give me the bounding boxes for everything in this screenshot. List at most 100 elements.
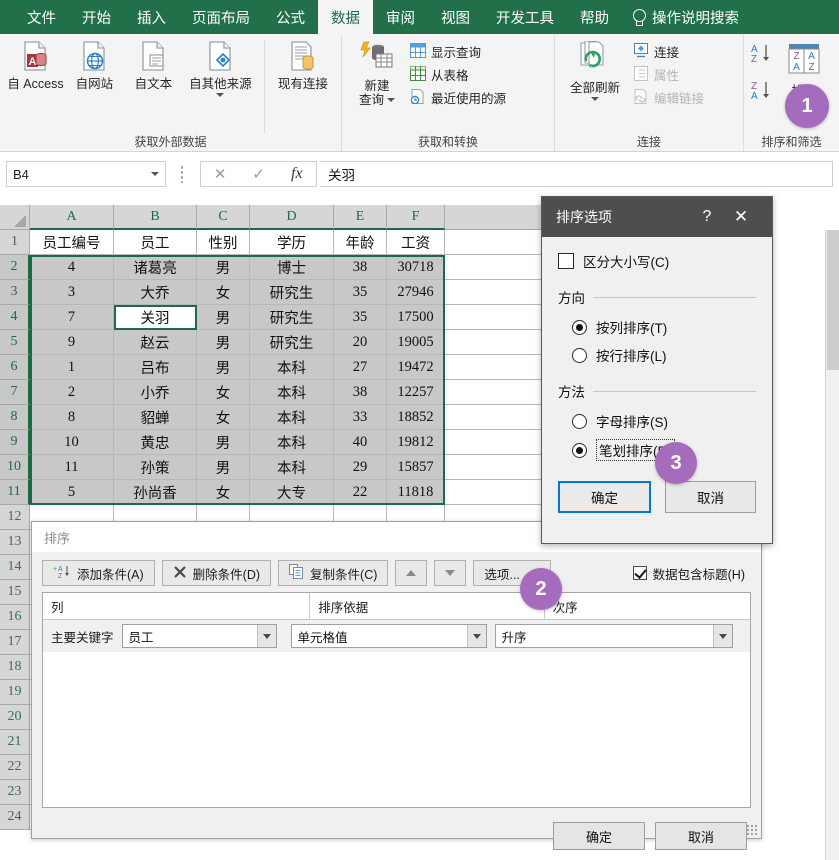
ribbon-tab-developer[interactable]: 开发工具 [483, 0, 567, 34]
button-from-access[interactable]: A 自 Access [6, 38, 65, 91]
orientation-option-rows[interactable]: 按行排序(L) [558, 341, 756, 369]
grid-cell[interactable]: 博士 [250, 255, 334, 280]
grid-cell[interactable]: 20 [334, 330, 387, 355]
chevron-down-icon[interactable] [713, 625, 732, 647]
grid-cell[interactable]: 38 [334, 255, 387, 280]
chevron-down-icon[interactable] [591, 97, 599, 101]
grid-cell[interactable]: 大专 [250, 480, 334, 505]
grid-cell[interactable]: 40 [334, 430, 387, 455]
chevron-down-icon[interactable] [216, 93, 224, 97]
grid-cell[interactable]: 11 [30, 455, 114, 480]
row-header[interactable]: 22 [0, 755, 30, 780]
tell-me-search[interactable]: 操作说明搜索 [622, 0, 749, 34]
grid-cell[interactable]: 员工 [114, 230, 197, 255]
grid-cell[interactable]: 学历 [250, 230, 334, 255]
grid-cell[interactable]: 18852 [387, 405, 445, 430]
row-header[interactable]: 11 [0, 480, 30, 505]
grid-cell[interactable]: 19472 [387, 355, 445, 380]
radio-sort-by-rows[interactable] [572, 348, 587, 363]
formula-input[interactable]: 关羽 [320, 161, 833, 187]
column-header-e[interactable]: E [334, 205, 387, 230]
row-header[interactable]: 20 [0, 705, 30, 730]
grid-cell[interactable]: 10 [30, 430, 114, 455]
ribbon-tab-data[interactable]: 数据 [318, 0, 373, 34]
ribbon-tab-view[interactable]: 视图 [428, 0, 483, 34]
orientation-option-columns[interactable]: 按列排序(T) [558, 313, 756, 341]
ribbon-tab-file[interactable]: 文件 [14, 0, 69, 34]
button-refresh-all[interactable]: 全部刷新 [561, 38, 629, 101]
column-header-f[interactable]: F [387, 205, 445, 230]
row-header[interactable]: 6 [0, 355, 30, 380]
grid-cell[interactable]: 诸葛亮 [114, 255, 197, 280]
radio-sort-by-columns[interactable] [572, 320, 587, 335]
grid-cell[interactable]: 大乔 [114, 280, 197, 305]
grid-cell[interactable]: 研究生 [250, 305, 334, 330]
insert-function-icon[interactable]: fx [278, 165, 316, 183]
sort-ok-button[interactable]: 确定 [553, 822, 645, 850]
grid-cell[interactable]: 男 [197, 455, 250, 480]
button-existing-connections[interactable]: 现有连接 [271, 38, 335, 91]
row-header[interactable]: 17 [0, 630, 30, 655]
grid-cell[interactable]: 女 [197, 280, 250, 305]
row-header[interactable]: 16 [0, 605, 30, 630]
chevron-down-icon[interactable] [387, 98, 395, 102]
grid-cell[interactable]: 男 [197, 255, 250, 280]
ribbon-tab-home[interactable]: 开始 [69, 0, 124, 34]
scrollbar-thumb[interactable] [827, 230, 839, 370]
grid-cell[interactable]: 30718 [387, 255, 445, 280]
button-from-other-sources[interactable]: 自其他来源 [183, 38, 258, 97]
row-header[interactable]: 21 [0, 730, 30, 755]
row-header[interactable]: 23 [0, 780, 30, 805]
row-header[interactable]: 14 [0, 555, 30, 580]
grid-cell[interactable]: 男 [197, 355, 250, 380]
ribbon-tab-page-layout[interactable]: 页面布局 [179, 0, 263, 34]
row-header[interactable]: 19 [0, 680, 30, 705]
grid-cell[interactable]: 员工编号 [30, 230, 114, 255]
ribbon-tab-review[interactable]: 审阅 [373, 0, 428, 34]
button-connections[interactable]: 连接 [629, 41, 708, 62]
case-sensitive-checkbox[interactable] [558, 253, 574, 269]
radio-stroke-sort[interactable] [572, 443, 587, 458]
grid-cell[interactable]: 工资 [387, 230, 445, 255]
grid-cell[interactable]: 男 [197, 330, 250, 355]
row-header[interactable]: 3 [0, 280, 30, 305]
grid-cell[interactable]: 性别 [197, 230, 250, 255]
cancel-icon[interactable]: ✕ [201, 165, 239, 183]
method-option-alphabetic[interactable]: 字母排序(S) [558, 407, 756, 435]
confirm-icon[interactable]: ✓ [239, 165, 277, 183]
button-from-text[interactable]: 自文本 [124, 38, 183, 91]
chevron-down-icon[interactable] [151, 172, 159, 176]
sort-cancel-button[interactable]: 取消 [655, 822, 747, 850]
move-level-up-button[interactable] [395, 560, 427, 586]
row-header[interactable]: 9 [0, 430, 30, 455]
grid-cell[interactable]: 35 [334, 280, 387, 305]
grid-cell[interactable]: 38 [334, 380, 387, 405]
row-header[interactable]: 13 [0, 530, 30, 555]
grid-cell[interactable]: 8 [30, 405, 114, 430]
row-header[interactable]: 2 [0, 255, 30, 280]
radio-alphabetic-sort[interactable] [572, 414, 587, 429]
row-header[interactable]: 1 [0, 230, 30, 255]
grid-cell[interactable]: 5 [30, 480, 114, 505]
grid-cell[interactable]: 本科 [250, 430, 334, 455]
column-header-d[interactable]: D [250, 205, 334, 230]
copy-level-button[interactable]: 复制条件(C) [278, 560, 388, 586]
grid-cell[interactable]: 9 [30, 330, 114, 355]
row-header[interactable]: 4 [0, 305, 30, 330]
resize-grip[interactable] [746, 824, 757, 835]
sort-descending-icon[interactable]: Z A [750, 79, 774, 106]
sort-ascending-icon[interactable]: A Z [750, 42, 774, 69]
name-box[interactable]: B4 [6, 161, 166, 187]
grid-cell[interactable]: 男 [197, 305, 250, 330]
button-from-web[interactable]: 自网站 [65, 38, 124, 91]
grid-cell[interactable]: 17500 [387, 305, 445, 330]
grid-cell[interactable]: 研究生 [250, 330, 334, 355]
ribbon-tab-insert[interactable]: 插入 [124, 0, 179, 34]
grid-cell[interactable]: 本科 [250, 405, 334, 430]
has-header-checkbox[interactable] [633, 566, 647, 580]
grid-cell[interactable]: 女 [197, 405, 250, 430]
grid-cell[interactable]: 研究生 [250, 280, 334, 305]
grid-cell[interactable]: 1 [30, 355, 114, 380]
grid-cell[interactable]: 12257 [387, 380, 445, 405]
grid-cell[interactable]: 29 [334, 455, 387, 480]
